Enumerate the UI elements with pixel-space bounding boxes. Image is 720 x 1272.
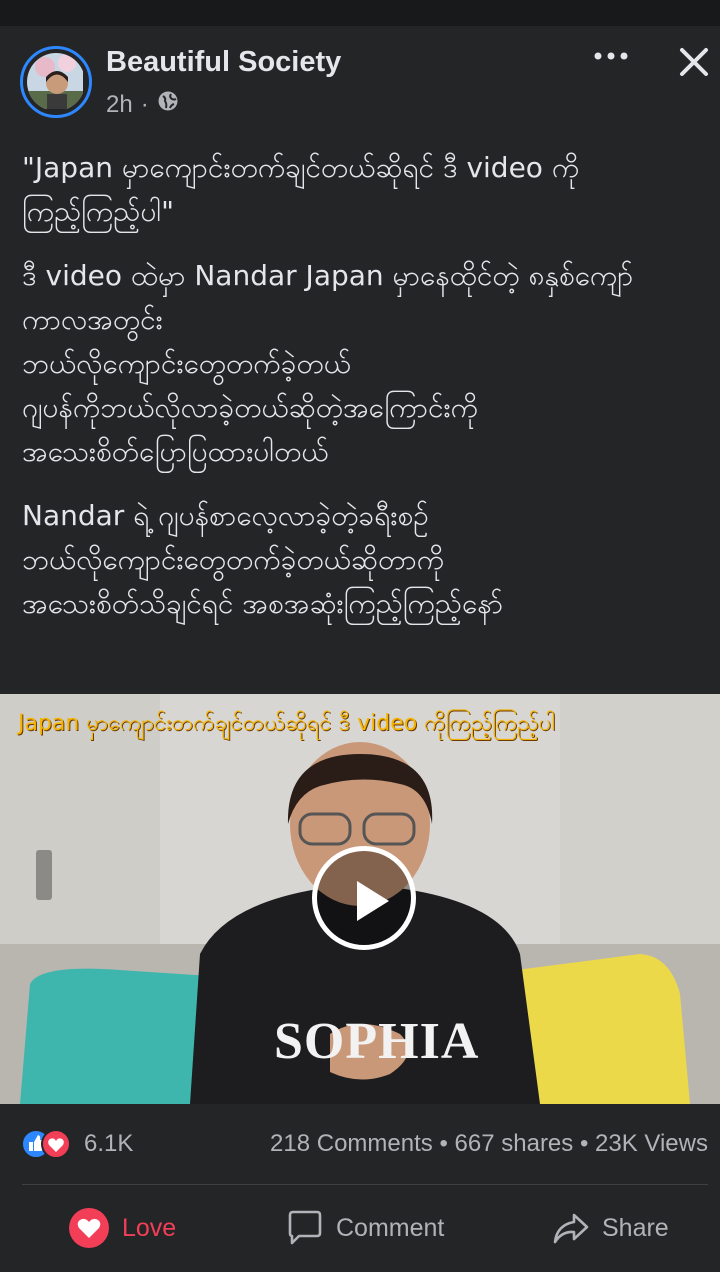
avatar[interactable] [20, 46, 92, 118]
comment-icon [288, 1210, 322, 1245]
globe-icon [157, 90, 179, 119]
divider [22, 1184, 708, 1185]
meta-separator: · [140, 90, 149, 118]
like-love-reaction-icon [21, 1129, 71, 1159]
post-paragraph: Nandar ရဲ့ ဂျပန်စာလေ့လာခဲ့တဲ့ခရီးစဉ် ဘယ်… [22, 499, 504, 620]
post-paragraph: ဒီ video ထဲမှာ Nandar Japan မှာနေထိုင်တဲ… [22, 259, 634, 468]
love-icon [69, 1208, 109, 1248]
stats-separator: • [579, 1130, 589, 1157]
post-meta: 2h · [106, 90, 179, 119]
share-label: Share [602, 1213, 669, 1242]
comments-count[interactable]: 218 Comments [270, 1130, 433, 1157]
shirt-text: SOPHIA [274, 1013, 480, 1070]
share-icon [553, 1213, 589, 1244]
more-options-button[interactable] [590, 46, 634, 76]
views-count: 23K Views [595, 1130, 708, 1157]
play-button[interactable] [312, 846, 416, 950]
play-icon [357, 881, 389, 921]
reactions-summary[interactable]: 6.1K [20, 1128, 133, 1160]
comment-label: Comment [336, 1213, 445, 1242]
video-player[interactable]: Japan မှာကျောင်းတက်ချင်တယ်ဆိုရင် ဒီ vide… [0, 694, 720, 1104]
post-time[interactable]: 2h [106, 91, 133, 119]
post-card: Beautiful Society 2h · "Japan မှာကျောင်း… [0, 26, 720, 1272]
love-button[interactable]: Love [68, 1198, 176, 1258]
stats-separator: • [439, 1130, 448, 1157]
reaction-count: 6.1K [84, 1130, 134, 1157]
status-bar [0, 0, 720, 26]
share-button[interactable]: Share [552, 1198, 669, 1258]
action-bar: Love Comment Share [0, 1198, 720, 1264]
avatar-image [27, 53, 85, 111]
page-name[interactable]: Beautiful Society [106, 46, 341, 79]
shares-count[interactable]: 667 shares [455, 1130, 574, 1157]
post-text: "Japan မှာကျောင်းတက်ချင်တယ်ဆိုရင် ဒီ vid… [22, 146, 702, 646]
post-paragraph: "Japan မှာကျောင်းတက်ချင်တယ်ဆိုရင် ဒီ vid… [22, 151, 580, 228]
post-stats: 6.1K 218 Comments • 667 shares • 23K Vie… [0, 1124, 720, 1166]
video-caption: Japan မှာကျောင်းတက်ချင်တယ်ဆိုရင် ဒီ vide… [18, 711, 556, 736]
comment-button[interactable]: Comment [286, 1198, 444, 1258]
close-icon[interactable] [674, 42, 714, 82]
love-label: Love [122, 1213, 177, 1242]
engagement-stats: 218 Comments • 667 shares • 23K Views [270, 1130, 708, 1158]
